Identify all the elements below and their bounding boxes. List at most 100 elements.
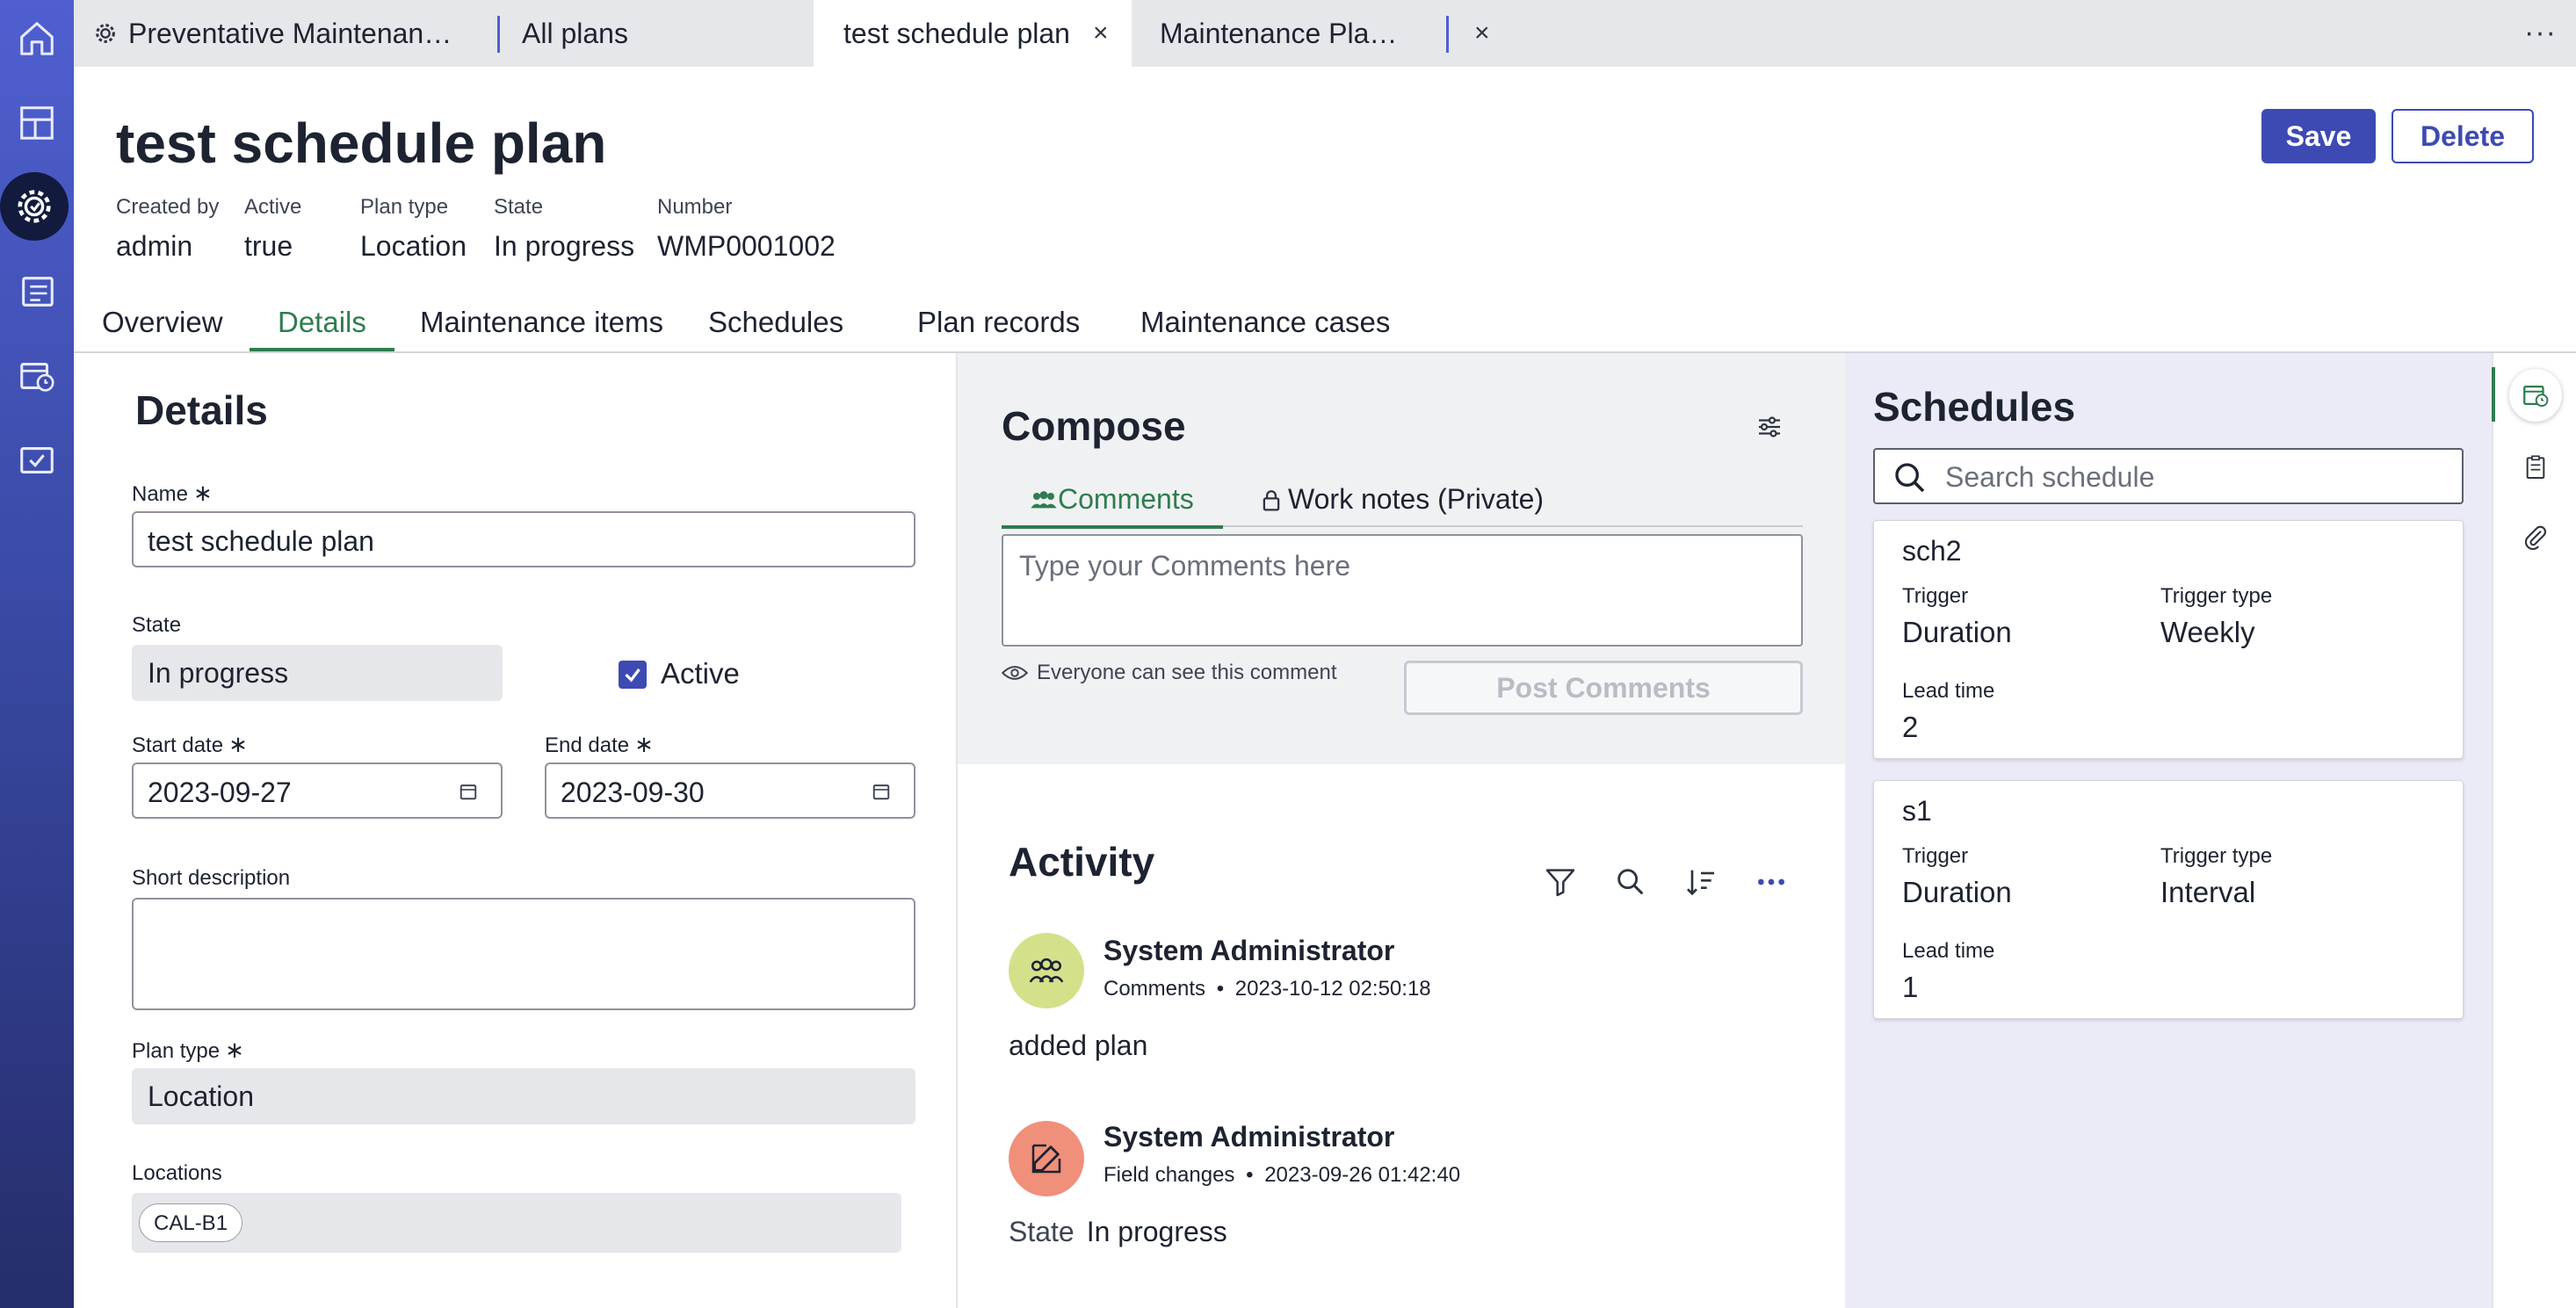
schedule-card[interactable]: sch2 Trigger Duration Trigger type Weekl… xyxy=(1873,520,2464,759)
filter-icon[interactable] xyxy=(1543,864,1578,900)
attachments-panel-button[interactable] xyxy=(2509,511,2562,564)
trigger-value: Duration xyxy=(1902,876,2012,908)
tab-label: All plans xyxy=(522,17,628,49)
calendar-clock-icon xyxy=(2523,385,2549,408)
name-field[interactable]: test schedule plan xyxy=(132,511,915,567)
tab-maintenance-plan[interactable]: Maintenance Pla… × xyxy=(1132,0,1509,67)
calendar-icon[interactable] xyxy=(872,782,891,801)
tab-test-schedule-plan[interactable]: test schedule plan × xyxy=(814,0,1132,67)
search-placeholder: Search schedule xyxy=(1945,461,2155,493)
lead-time-label: Lead time xyxy=(1902,679,1995,703)
maintenance-gear-icon xyxy=(18,190,51,223)
tab-preventative-maintenance[interactable]: Preventative Maintenan… xyxy=(74,0,460,67)
close-icon[interactable]: × xyxy=(1474,18,1490,48)
tab-maintenance-items[interactable]: Maintenance items xyxy=(392,293,691,351)
edit-icon xyxy=(1031,1144,1061,1174)
meta-value: WMP0001002 xyxy=(657,230,836,262)
schedules-title: Schedules xyxy=(1873,384,2076,430)
location-chip[interactable]: CAL-B1 xyxy=(139,1203,243,1242)
maintenance-button[interactable] xyxy=(0,172,69,241)
search-schedule-input[interactable]: Search schedule xyxy=(1873,448,2464,504)
trigger-label: Trigger xyxy=(1902,844,1969,868)
meta-value: In progress xyxy=(494,230,635,262)
tab-work-notes-label: Work notes (Private) xyxy=(1288,483,1545,515)
tab-label: test schedule plan xyxy=(843,17,1070,49)
tasks-button[interactable] xyxy=(5,429,69,492)
meta-value: admin xyxy=(116,230,193,262)
comment-visibility: Everyone can see this comment xyxy=(1002,661,1337,685)
visibility-text: Everyone can see this comment xyxy=(1037,661,1337,684)
close-icon[interactable]: × xyxy=(1093,18,1109,48)
schedule-button[interactable] xyxy=(5,344,69,408)
tab-comments[interactable]: Comments xyxy=(1002,476,1223,529)
tab-separator xyxy=(497,16,500,53)
calendar-icon[interactable] xyxy=(459,782,478,801)
details-panel: Details Name ∗ test schedule plan State I… xyxy=(74,353,958,1308)
tab-schedules[interactable]: Schedules xyxy=(680,293,872,351)
check-icon xyxy=(625,668,640,683)
meta-plan-type: Plan type Location xyxy=(360,195,467,263)
delete-button[interactable]: Delete xyxy=(2391,109,2534,163)
page-tabs: Overview Details Maintenance items Sched… xyxy=(74,293,2576,353)
required-mark: ∗ xyxy=(228,731,248,757)
comment-textarea[interactable]: Type your Comments here xyxy=(1002,534,1803,647)
tab-plan-records[interactable]: Plan records xyxy=(889,293,1108,351)
changed-field-value: In progress xyxy=(1086,1216,1227,1247)
trigger-value: Duration xyxy=(1902,616,2012,648)
avatar xyxy=(1009,933,1084,1008)
more-tabs-icon[interactable]: ··· xyxy=(2524,16,2557,50)
activity-meta: Comments • 2023-10-12 02:50:18 xyxy=(1103,977,1431,1001)
more-options-icon[interactable] xyxy=(1754,864,1789,900)
search-icon[interactable] xyxy=(1613,864,1648,900)
meta-label: Plan type xyxy=(360,195,449,219)
active-checkbox[interactable] xyxy=(619,661,647,689)
label-text: End date xyxy=(545,733,630,757)
people-icon xyxy=(1029,958,1064,983)
maintenance-items-panel-button[interactable] xyxy=(2509,441,2562,494)
paperclip-icon xyxy=(2524,525,2547,551)
lead-time-value: 2 xyxy=(1902,711,1919,743)
meta-state: State In progress xyxy=(494,195,634,263)
eye-icon xyxy=(1002,666,1028,680)
checked-board-icon xyxy=(20,447,54,473)
compose-title: Compose xyxy=(1002,403,1186,449)
page-title: test schedule plan xyxy=(116,112,607,175)
tab-overview[interactable]: Overview xyxy=(74,293,251,351)
settings-sliders-icon[interactable] xyxy=(1754,411,1785,443)
activity-comment: added plan xyxy=(1009,1030,1148,1061)
required-mark: ∗ xyxy=(225,1037,244,1063)
dashboard-button[interactable] xyxy=(5,91,69,155)
gear-icon xyxy=(96,24,115,43)
activity-field-change: State In progress xyxy=(1009,1216,1227,1248)
trigger-type-value: Weekly xyxy=(2160,616,2255,648)
activity-author: System Administrator xyxy=(1103,1121,1395,1153)
label-text: Plan type xyxy=(132,1039,221,1063)
short-description-field[interactable] xyxy=(132,898,915,1010)
meta-value: true xyxy=(244,230,293,262)
activity-time: 2023-09-26 01:42:40 xyxy=(1264,1163,1461,1187)
meta-active: Active true xyxy=(244,195,301,263)
tab-details[interactable]: Details xyxy=(250,293,394,351)
home-button[interactable] xyxy=(5,7,69,70)
list-icon xyxy=(22,277,54,307)
schedule-card[interactable]: s1 Trigger Duration Trigger type Interva… xyxy=(1873,780,2464,1019)
compose-section: Compose Comments Work notes (Private) Ty… xyxy=(958,353,1845,764)
state-value: In progress xyxy=(148,657,289,689)
start-date-label: Start date ∗ xyxy=(132,731,248,758)
end-date-field[interactable]: 2023-09-30 xyxy=(545,762,915,819)
schedules-panel-button[interactable] xyxy=(2509,369,2562,422)
post-comments-button[interactable]: Post Comments xyxy=(1404,661,1803,715)
tab-work-notes[interactable]: Work notes (Private) xyxy=(1232,476,1570,529)
avatar xyxy=(1009,1121,1084,1196)
records-button[interactable] xyxy=(5,260,69,323)
lock-icon xyxy=(1263,490,1280,511)
meta-created-by: Created by admin xyxy=(116,195,219,263)
sort-icon[interactable] xyxy=(1683,864,1719,900)
meta-label: Created by xyxy=(116,195,220,219)
tab-maintenance-cases[interactable]: Maintenance cases xyxy=(1112,293,1418,351)
activity-meta: Field changes • 2023-09-26 01:42:40 xyxy=(1103,1163,1460,1188)
activity-panel: Compose Comments Work notes (Private) Ty… xyxy=(958,353,1845,1308)
start-date-field[interactable]: 2023-09-27 xyxy=(132,762,503,819)
save-button[interactable]: Save xyxy=(2261,109,2376,163)
name-value: test schedule plan xyxy=(148,525,374,557)
